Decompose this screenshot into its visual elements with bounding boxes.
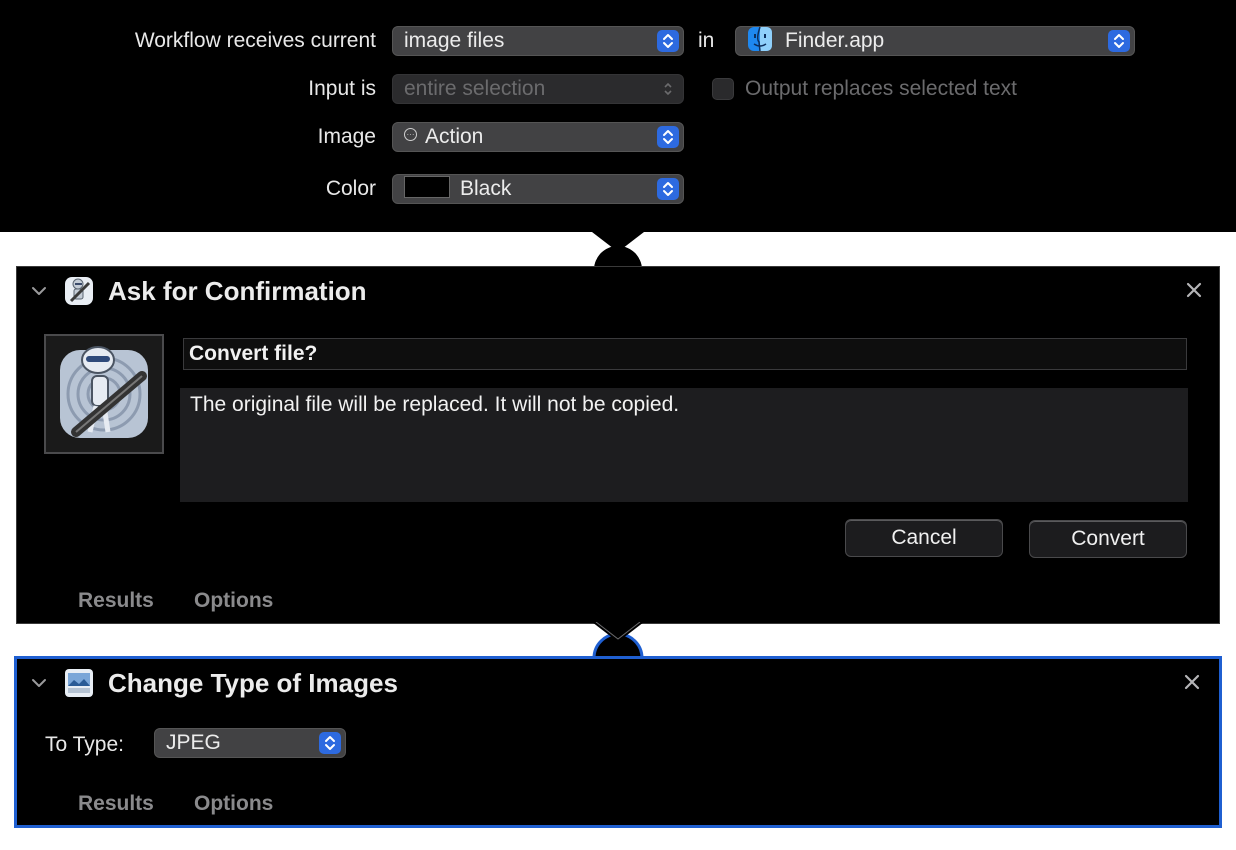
convert-button[interactable]: Convert xyxy=(1029,520,1187,558)
stepper-icon xyxy=(1108,30,1130,52)
image-icon xyxy=(65,669,93,697)
change-type-of-images-action[interactable]: Change Type of Images To Type: JPEG Resu… xyxy=(14,656,1222,828)
stepper-icon xyxy=(657,178,679,200)
output-replaces-label: Output replaces selected text xyxy=(745,77,1017,100)
tab-results[interactable]: Results xyxy=(78,792,154,816)
tab-results[interactable]: Results xyxy=(78,589,154,613)
message-body-field[interactable]: The original file will be replaced. It w… xyxy=(180,388,1188,502)
action-icon: ··· xyxy=(404,127,417,141)
image-popup[interactable]: ··· Action xyxy=(392,122,684,152)
color-label: Color xyxy=(325,177,376,200)
to-type-label: To Type: xyxy=(45,733,124,756)
flow-connector xyxy=(592,232,644,270)
input-value: entire selection xyxy=(404,77,546,100)
automator-robot-icon xyxy=(60,346,148,438)
stepper-icon xyxy=(319,732,341,754)
stepper-icon xyxy=(657,30,679,52)
action-title: Ask for Confirmation xyxy=(108,276,367,306)
chevron-down-icon[interactable] xyxy=(30,282,48,300)
receives-value: image files xyxy=(404,29,505,52)
close-icon[interactable] xyxy=(1185,281,1203,299)
app-popup[interactable]: Finder.app xyxy=(735,26,1135,56)
input-label: Input is xyxy=(308,77,376,100)
color-value: Black xyxy=(460,177,512,200)
in-label: in xyxy=(698,29,715,52)
color-popup[interactable]: Black xyxy=(392,174,684,204)
close-icon[interactable] xyxy=(1183,673,1201,691)
flow-connector xyxy=(592,622,644,660)
image-label: Image xyxy=(317,125,376,148)
receives-label: Workflow receives current xyxy=(134,29,376,52)
image-value: Action xyxy=(425,125,484,148)
input-popup[interactable]: entire selection xyxy=(392,74,684,104)
confirmation-image-well[interactable] xyxy=(44,334,164,454)
to-type-popup[interactable]: JPEG xyxy=(154,728,346,758)
stepper-icon xyxy=(657,78,679,100)
cancel-button[interactable]: Cancel xyxy=(845,519,1003,557)
tab-options[interactable]: Options xyxy=(194,792,273,816)
color-swatch xyxy=(404,176,450,199)
to-type-value: JPEG xyxy=(166,731,221,754)
chevron-down-icon[interactable] xyxy=(30,674,48,692)
stepper-icon xyxy=(657,126,679,148)
automator-icon xyxy=(65,277,93,305)
finder-icon xyxy=(747,26,773,52)
action-title: Change Type of Images xyxy=(108,668,398,698)
message-title-field[interactable]: Convert file? xyxy=(183,338,1187,370)
workflow-header: Workflow receives current image files in… xyxy=(0,0,1236,232)
ask-for-confirmation-action[interactable]: Ask for Confirmation Convert file? The o… xyxy=(16,266,1220,624)
tab-options[interactable]: Options xyxy=(194,589,273,613)
output-replaces-checkbox[interactable] xyxy=(712,78,734,100)
app-value: Finder.app xyxy=(785,29,885,52)
receives-popup[interactable]: image files xyxy=(392,26,684,56)
